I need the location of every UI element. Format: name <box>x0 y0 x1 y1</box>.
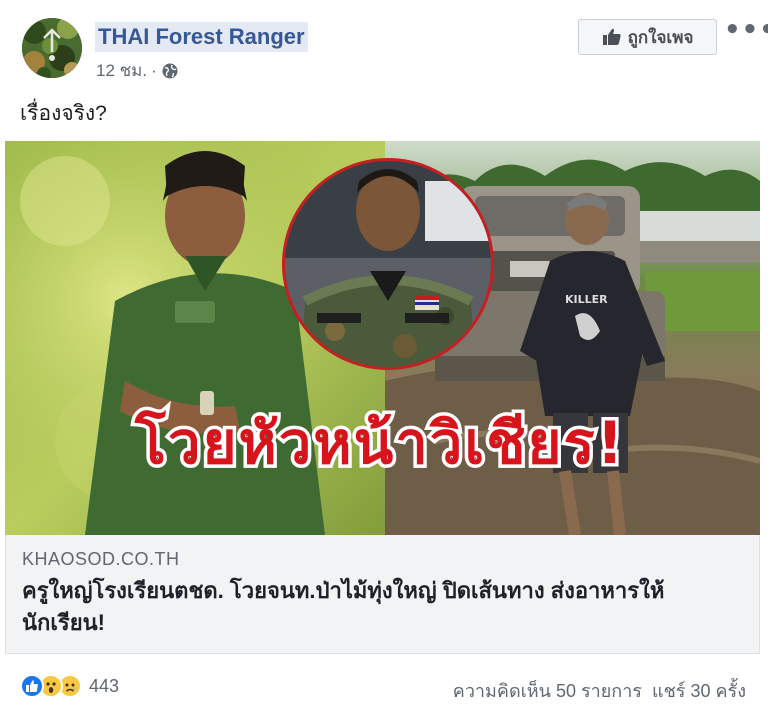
svg-text:KILLER: KILLER <box>565 293 608 306</box>
reactions-summary[interactable]: 443 <box>20 674 119 698</box>
page-avatar[interactable] <box>22 18 82 78</box>
engagement-stats: ความคิดเห็น 50 รายการ แชร์ 30 ครั้ง <box>453 676 746 705</box>
link-preview[interactable]: KHAOSOD.CO.TH ครูใหญ่โรงเรียนตชด. โวยจนท… <box>5 535 760 654</box>
post-text: เรื่องจริง? <box>20 102 107 125</box>
globe-icon[interactable] <box>161 62 179 80</box>
facebook-post: THAI Forest Ranger 12 ชม. · ถูกใจเพจ •••… <box>0 0 768 715</box>
like-reaction-icon <box>20 674 44 698</box>
post-time[interactable]: 12 ชม. <box>96 57 147 84</box>
post-photo[interactable]: KILLER โวยหัวหน้าวิเชียร! <box>5 141 760 535</box>
photo-overlay-headline: โวยหัวหน้าวิเชียร! <box>134 408 625 477</box>
meta-separator: · <box>151 60 157 80</box>
post-footer: 443 ความคิดเห็น 50 รายการ แชร์ 30 ครั้ง <box>0 660 768 715</box>
link-domain: KHAOSOD.CO.TH <box>22 549 180 569</box>
like-page-label: ถูกใจเพจ <box>627 27 694 47</box>
link-title[interactable]: ครูใหญ่โรงเรียนตชด. โวยจนท.ป่าไม้ทุ่งใหญ… <box>22 575 742 639</box>
page-name-link[interactable]: THAI Forest Ranger <box>95 22 308 52</box>
reaction-count: 443 <box>89 675 120 696</box>
comments-count[interactable]: ความคิดเห็น 50 รายการ <box>453 676 642 705</box>
shares-count[interactable]: แชร์ 30 ครั้ง <box>652 676 746 705</box>
more-options-icon[interactable]: ••• <box>724 17 768 43</box>
thumbs-up-icon <box>602 27 622 47</box>
like-page-button[interactable]: ถูกใจเพจ <box>578 19 717 55</box>
post-meta: 12 ชม. · <box>96 57 179 84</box>
